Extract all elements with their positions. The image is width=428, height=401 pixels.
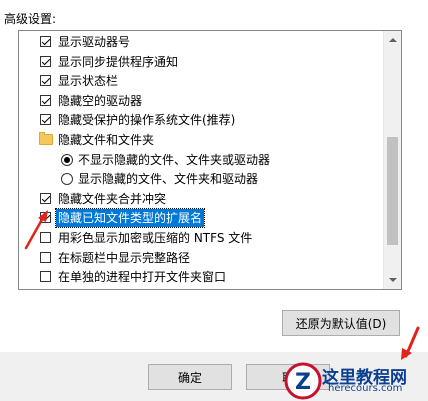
folder-icon bbox=[39, 132, 53, 145]
checkbox[interactable] bbox=[40, 75, 51, 87]
folder-options-advanced-panel: 高级设置: 显示驱动器号显示同步提供程序通知 显示状态栏隐藏空的驱动器隐藏受保护的… bbox=[0, 0, 428, 401]
tree-item-label: 用彩色显示加密或压缩的 NTFS 文件 bbox=[58, 231, 253, 245]
tree-item-label: 不显示隐藏的文件、文件夹或驱动器 bbox=[78, 152, 271, 167]
tree-item-label: 隐藏文件和文件夹 bbox=[58, 133, 155, 147]
scroll-up-arrow-icon[interactable] bbox=[384, 31, 401, 48]
tree-item[interactable]: 隐藏文件和文件夹 bbox=[19, 130, 382, 150]
tree-item[interactable]: 不显示隐藏的文件、文件夹或驱动器 bbox=[19, 150, 382, 170]
tree-item[interactable]: 隐藏文件夹合并冲突 bbox=[19, 189, 382, 209]
checkbox[interactable] bbox=[40, 271, 51, 283]
tree-item[interactable]: 在标题栏中显示完整路径 bbox=[19, 248, 382, 268]
scroll-thumb[interactable] bbox=[387, 137, 398, 245]
tree-item-label: 隐藏空的驱动器 bbox=[58, 93, 143, 108]
tree-item-label: 隐藏受保护的操作系统文件(推荐) bbox=[58, 113, 236, 128]
tree-item[interactable]: 隐藏已知文件类型的扩展名 bbox=[19, 208, 382, 229]
tree-item[interactable]: 显示驱动器号 bbox=[19, 32, 382, 52]
checkbox[interactable] bbox=[40, 55, 51, 67]
advanced-settings-list: 显示驱动器号显示同步提供程序通知 显示状态栏隐藏空的驱动器隐藏受保护的操作系统文件… bbox=[19, 31, 382, 289]
tree-item-label: 隐藏已知文件类型的扩展名 bbox=[54, 208, 206, 229]
watermark-logo-letter: Z bbox=[295, 370, 311, 395]
vertical-scrollbar[interactable] bbox=[383, 31, 401, 289]
checkbox[interactable] bbox=[40, 192, 51, 204]
watermark-logo-icon: Z bbox=[284, 362, 322, 400]
tree-item-label: 隐藏文件夹合并冲突 bbox=[58, 191, 167, 206]
advanced-settings-label: 高级设置: bbox=[4, 12, 57, 26]
tree-item-label: 显示隐藏的文件、文件夹和驱动器 bbox=[78, 172, 259, 187]
tree-item[interactable]: 显示同步提供程序通知 bbox=[19, 52, 382, 72]
tree-item[interactable]: 隐藏受保护的操作系统文件(推荐) bbox=[19, 110, 382, 130]
tree-item-label: 显示同步提供程序通知 bbox=[58, 54, 179, 69]
watermark: Z 这里教程网 herecours.com bbox=[280, 360, 428, 401]
radio-button[interactable] bbox=[61, 173, 73, 186]
watermark-url: herecours.com bbox=[328, 383, 403, 394]
tree-item-label: 显示状态栏 bbox=[58, 74, 119, 89]
tree-item-label: 在单独的进程中打开文件夹窗口 bbox=[58, 270, 227, 285]
tree-item[interactable]: 在单独的进程中打开文件夹窗口 bbox=[19, 267, 382, 287]
checkbox[interactable] bbox=[40, 251, 51, 263]
tree-item[interactable]: 用彩色显示加密或压缩的 NTFS 文件 bbox=[19, 228, 382, 248]
annotation-arrow-icon bbox=[24, 210, 48, 250]
advanced-settings-tree[interactable]: 显示驱动器号显示同步提供程序通知 显示状态栏隐藏空的驱动器隐藏受保护的操作系统文件… bbox=[18, 30, 402, 290]
tree-item-label: 显示驱动器号 bbox=[58, 35, 131, 49]
restore-defaults-button[interactable]: 还原为默认值(D) bbox=[282, 310, 400, 336]
tree-item[interactable]: 显示状态栏 bbox=[19, 71, 382, 91]
tree-item[interactable]: 隐藏空的驱动器 bbox=[19, 91, 382, 111]
tree-item[interactable]: 显示隐藏的文件、文件夹和驱动器 bbox=[19, 169, 382, 189]
checkbox[interactable] bbox=[40, 36, 51, 47]
scroll-down-arrow-icon[interactable] bbox=[384, 272, 401, 289]
annotation-arrow-2-icon bbox=[401, 326, 420, 360]
checkbox[interactable] bbox=[40, 114, 51, 126]
tree-item-label: 在标题栏中显示完整路径 bbox=[58, 250, 191, 265]
ok-button[interactable]: 确定 bbox=[148, 364, 232, 390]
radio-button[interactable] bbox=[61, 153, 73, 166]
checkbox[interactable] bbox=[40, 94, 51, 106]
